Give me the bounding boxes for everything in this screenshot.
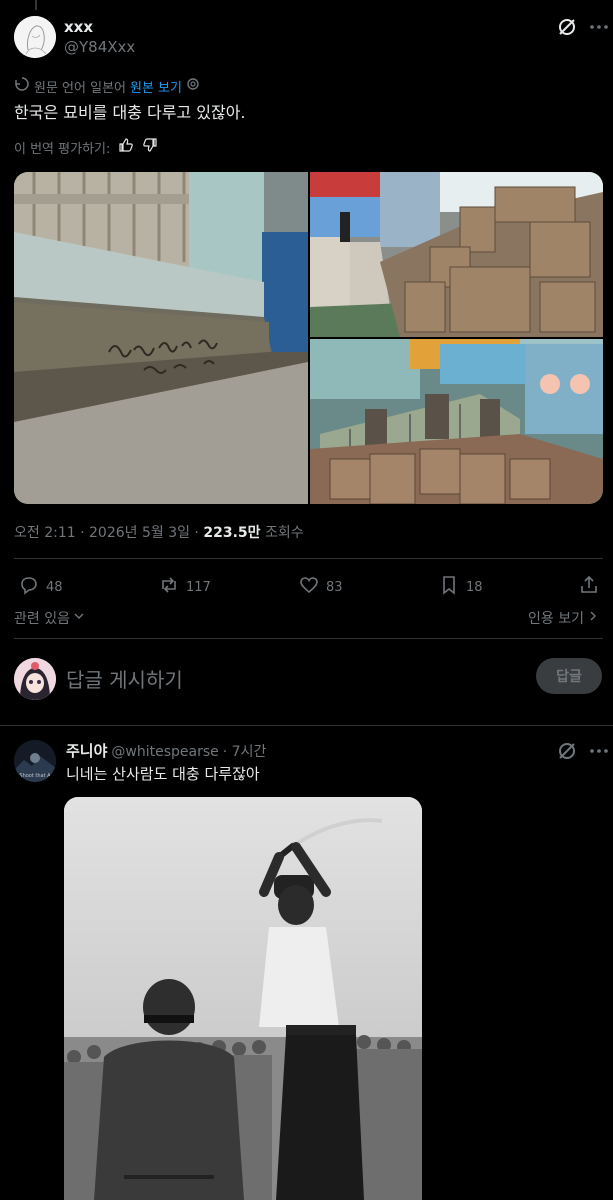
retweet-icon — [158, 574, 180, 600]
tweet-photo-painted-wall[interactable] — [310, 339, 603, 504]
author-handle[interactable]: @Y84Xxx — [64, 38, 135, 56]
chevron-right-icon — [587, 610, 599, 626]
grok-icon[interactable] — [556, 16, 578, 38]
reply-author-handle[interactable]: @whitespearse — [111, 744, 218, 760]
thread-line — [35, 0, 37, 10]
share-icon — [578, 574, 600, 600]
reply-header: 주니야 @whitespearse · 7시간 — [66, 740, 266, 761]
divider — [14, 638, 603, 639]
tweet-media-grid — [14, 172, 603, 504]
like-action[interactable]: 83 — [298, 574, 343, 600]
translate-source-language: 원문 언어 일본어 — [34, 80, 126, 96]
heart-icon — [298, 574, 320, 600]
reply-action[interactable]: 48 — [18, 574, 63, 600]
translate-icon — [14, 76, 30, 96]
bookmark-count: 18 — [466, 579, 483, 595]
reply-avatar-text: Shoot that A — [19, 773, 51, 779]
reply-author-avatar[interactable]: Shoot that A — [14, 740, 56, 782]
retweet-count: 117 — [186, 579, 211, 595]
tweet-text: 한국은 묘비를 대충 다루고 있잖아. — [14, 103, 246, 122]
translation-info: 원문 언어 일본어 원본 보기 — [14, 76, 200, 96]
reply-author-name[interactable]: 주니야 — [66, 740, 107, 761]
like-count: 83 — [326, 579, 343, 595]
reply-icon — [18, 574, 40, 600]
related-label: 관련 있음 — [14, 611, 70, 627]
reply-time[interactable]: · 7시간 — [223, 741, 267, 761]
show-original-link[interactable]: 원본 보기 — [130, 77, 182, 96]
tweet-photo-stone-wall-stairs[interactable] — [310, 172, 603, 337]
bookmark-icon — [438, 574, 460, 600]
more-options-icon[interactable] — [588, 740, 610, 762]
author-avatar[interactable] — [14, 16, 56, 58]
view-count: 223.5만 — [203, 525, 261, 541]
tweet-timestamp[interactable]: 오전 2:11 · 2026년 5월 3일 · — [14, 525, 203, 541]
translation-settings-icon[interactable] — [186, 77, 200, 95]
chevron-down-icon — [73, 610, 85, 626]
reply-count: 48 — [46, 579, 63, 595]
bookmark-action[interactable]: 18 — [438, 574, 483, 600]
rate-translation-label: 이 번역 평가하기: — [14, 141, 111, 157]
related-dropdown[interactable]: 관련 있음 — [14, 608, 85, 628]
divider — [14, 558, 603, 559]
reply-button[interactable]: 답글 — [536, 658, 602, 694]
thumbs-up-icon[interactable] — [118, 137, 134, 157]
thumbs-down-icon[interactable] — [142, 137, 158, 157]
tweet-meta: 오전 2:11 · 2026년 5월 3일 · 223.5만 조회수 — [14, 522, 304, 542]
tweet-photo-engraved-step[interactable] — [14, 172, 308, 504]
current-user-avatar[interactable] — [14, 658, 56, 700]
view-count-label: 조회수 — [260, 525, 304, 541]
rate-translation-row: 이 번역 평가하기: — [14, 137, 158, 157]
grok-icon[interactable] — [556, 740, 578, 762]
retweet-action[interactable]: 117 — [158, 574, 211, 600]
view-quotes-label: 인용 보기 — [528, 611, 584, 627]
reply-input[interactable]: 답글 게시하기 — [66, 664, 183, 693]
share-action[interactable] — [578, 574, 600, 600]
reply-text: 니네는 산사람도 대충 다루잖아 — [66, 765, 260, 783]
author-display-name[interactable]: xxx — [64, 18, 93, 36]
section-divider — [0, 725, 613, 726]
reply-photo[interactable] — [64, 797, 422, 1200]
view-quotes-link[interactable]: 인용 보기 — [528, 608, 599, 628]
more-options-icon[interactable] — [588, 16, 610, 38]
